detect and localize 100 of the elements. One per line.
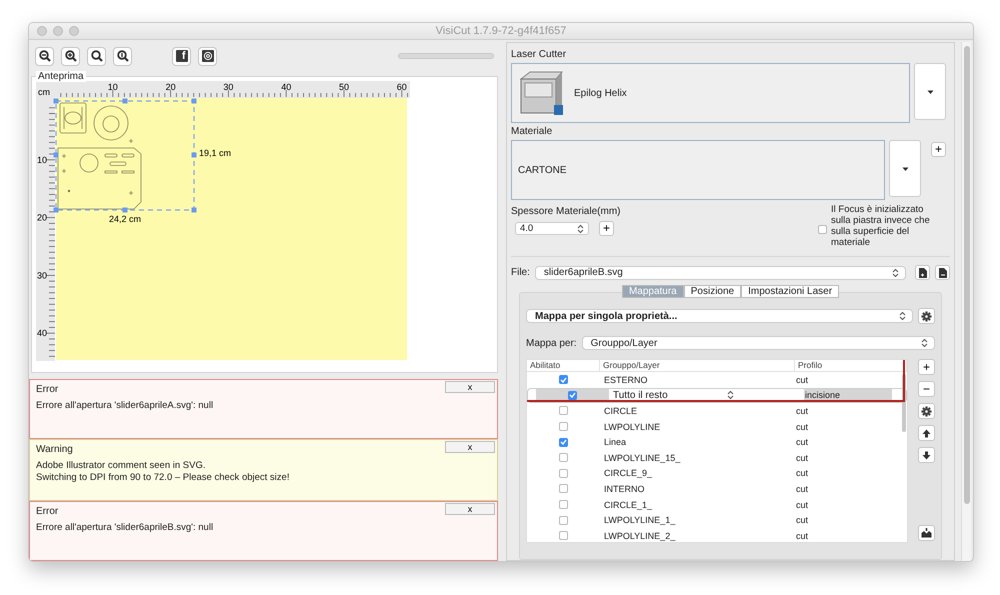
table-row[interactable]: LWPOLYLINE_15_ cut bbox=[527, 450, 907, 466]
window-title: VisiCut 1.7.9-72-g4f41f657 bbox=[436, 25, 566, 37]
table-cell-text: cut bbox=[795, 467, 810, 480]
stepper-icon bbox=[727, 390, 734, 400]
check-icon bbox=[560, 439, 567, 446]
checkbox[interactable] bbox=[559, 406, 568, 416]
up-button[interactable] bbox=[918, 425, 935, 441]
checkbox[interactable] bbox=[559, 531, 568, 540]
zoom-in-button[interactable] bbox=[61, 46, 80, 66]
ruler-unit: cm bbox=[38, 87, 50, 97]
remove-button[interactable]: − bbox=[918, 381, 935, 397]
material-selector[interactable]: CARTONE bbox=[511, 140, 885, 200]
table-row[interactable]: CIRCLE_9_ cut bbox=[527, 466, 907, 482]
close-button[interactable]: x bbox=[445, 381, 495, 393]
section-label: Laser Cutter bbox=[511, 49, 568, 60]
checkbox[interactable] bbox=[559, 375, 568, 384]
check-icon bbox=[569, 392, 576, 398]
column-header[interactable]: Abilitato bbox=[527, 360, 600, 371]
table-cell-text: cut bbox=[795, 452, 810, 465]
add-thickness-button[interactable]: + bbox=[599, 221, 614, 236]
close-button[interactable]: x bbox=[445, 441, 495, 453]
add-button[interactable]: + bbox=[918, 359, 935, 375]
tab[interactable]: Posizione bbox=[684, 285, 742, 298]
zoom-actual-button[interactable] bbox=[113, 46, 132, 66]
ruler-label: 20 bbox=[37, 212, 48, 223]
table-cell-text: cut bbox=[795, 436, 810, 450]
table-row[interactable]: LWPOLYLINE cut bbox=[527, 418, 907, 434]
thickness-spinner[interactable]: 4.0 bbox=[515, 222, 589, 235]
table-cell-text: CIRCLE_9_ bbox=[603, 468, 654, 478]
panel-title: Anteprima bbox=[36, 71, 86, 82]
close-window-button[interactable] bbox=[37, 26, 47, 36]
table-cell-text: LWPOLYLINE_15_ bbox=[603, 452, 682, 463]
zoom-fit-button[interactable] bbox=[87, 46, 106, 66]
stepper-icon bbox=[892, 268, 899, 278]
dropdown-button[interactable] bbox=[914, 63, 946, 120]
table-row[interactable]: CIRCLE_1_ cut bbox=[527, 496, 907, 512]
laser-cutter-selector[interactable]: Epilog Helix bbox=[511, 63, 910, 123]
table-cell-text: cut bbox=[795, 514, 810, 528]
column-header[interactable]: Profilo bbox=[795, 360, 907, 371]
checkbox[interactable] bbox=[818, 225, 827, 234]
tab[interactable]: Impostazioni Laser bbox=[741, 285, 840, 298]
magnifier-icon bbox=[90, 50, 102, 62]
map-by-select[interactable]: Grouppo/Layer bbox=[582, 336, 935, 350]
file-label: File: bbox=[511, 267, 530, 278]
scrollbar[interactable] bbox=[961, 42, 971, 561]
caret-icon bbox=[902, 166, 908, 170]
close-button[interactable]: x bbox=[445, 503, 495, 515]
table-cell-text: cut bbox=[795, 404, 810, 418]
table-row[interactable]: CIRCLE cut bbox=[527, 403, 907, 419]
new-file-button[interactable] bbox=[915, 265, 930, 280]
checkbox[interactable] bbox=[559, 468, 568, 478]
stepper-icon bbox=[577, 224, 584, 234]
checkbox[interactable] bbox=[568, 390, 577, 400]
remove-file-button[interactable] bbox=[935, 265, 950, 280]
dropdown-button[interactable] bbox=[889, 140, 921, 197]
laser-cutter-name: Epilog Helix bbox=[574, 88, 627, 98]
zoom-window-button[interactable] bbox=[69, 26, 79, 36]
facebook-button[interactable]: f bbox=[172, 46, 191, 66]
zoom-out-button[interactable] bbox=[35, 46, 54, 66]
table-row[interactable]: Linea cut bbox=[527, 434, 907, 450]
scrollbar[interactable] bbox=[902, 374, 906, 432]
mapping-mode-select[interactable]: Mappa per singola proprietà... bbox=[526, 309, 913, 323]
checkbox[interactable] bbox=[559, 438, 568, 447]
table-row[interactable]: ESTERNO cut bbox=[527, 372, 907, 388]
table-row[interactable]: INTERNO cut bbox=[527, 481, 907, 497]
checkbox[interactable] bbox=[559, 500, 568, 510]
layer-select[interactable]: Tutto il resto bbox=[609, 388, 804, 402]
column-header[interactable]: Grouppo/Layer bbox=[600, 360, 795, 371]
file-select[interactable]: slider6aprileB.svg bbox=[534, 266, 906, 280]
message-title: Error bbox=[36, 506, 58, 517]
ruler-label: 50 bbox=[339, 82, 349, 92]
facebook-icon: f bbox=[176, 50, 188, 62]
message-title: Error bbox=[36, 384, 58, 395]
zoom-out-icon bbox=[38, 50, 50, 62]
down-button[interactable] bbox=[918, 447, 935, 463]
table-cell-text: CIRCLE bbox=[603, 406, 638, 416]
parts-drawing[interactable] bbox=[58, 102, 142, 210]
table-cell-text: CIRCLE_1_ bbox=[603, 500, 654, 510]
settings-icon bbox=[921, 310, 932, 322]
checkbox[interactable] bbox=[559, 516, 568, 525]
checkbox[interactable] bbox=[559, 484, 568, 494]
checkbox[interactable] bbox=[559, 422, 568, 432]
ruler-label: 10 bbox=[37, 154, 48, 165]
settings-button[interactable] bbox=[918, 308, 935, 324]
ruler-label: 40 bbox=[281, 82, 292, 92]
table-cell-text: Linea bbox=[603, 437, 628, 448]
checkbox[interactable] bbox=[559, 453, 568, 462]
message-text: Adobe Illustrator comment seen in SVG. Switching to DPI from 90 to 72.0 – Please check object size! bbox=[36, 460, 290, 484]
stepper-icon bbox=[899, 311, 906, 321]
table-row[interactable]: LWPOLYLINE_1_ cut bbox=[527, 512, 907, 528]
table-cell-text: cut bbox=[795, 374, 810, 387]
table-cell-text: cut bbox=[795, 420, 810, 434]
selection-frame[interactable] bbox=[54, 98, 196, 212]
message-text: Errore all'apertura 'slider6aprileA.svg': null bbox=[36, 400, 214, 412]
add-material-button[interactable]: + bbox=[931, 142, 946, 157]
export-button[interactable] bbox=[918, 525, 935, 541]
minimize-window-button[interactable] bbox=[53, 26, 63, 36]
table-row[interactable]: LWPOLYLINE_2_ cut bbox=[527, 528, 907, 542]
settings-button[interactable] bbox=[918, 403, 935, 419]
height-dimension: 19,1 cm bbox=[199, 148, 232, 158]
